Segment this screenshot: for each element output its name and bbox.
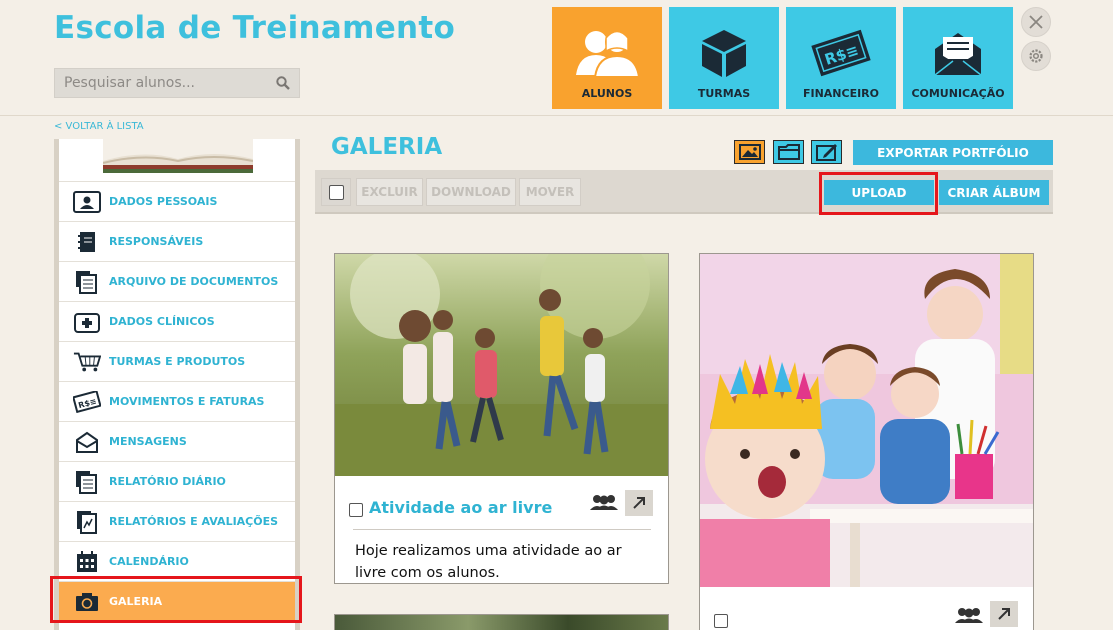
students-icon [576,30,641,78]
card-photo[interactable] [335,615,668,630]
student-photo [103,139,253,173]
highlight-upload [819,172,938,215]
cart-icon [73,350,101,374]
calendar-icon [73,550,101,574]
sidebar-item-arquivo-documentos[interactable]: ARQUIVO DE DOCUMENTOS [59,261,295,301]
close-icon [1029,15,1043,29]
card-select-checkbox[interactable] [714,614,728,628]
settings-button[interactable] [1021,41,1051,71]
sidebar-item-movimentos-faturas[interactable]: R$≡ MOVIMENTOS E FATURAS [59,381,295,421]
sidebar-item-dados-clinicos[interactable]: DADOS CLÍNICOS [59,301,295,341]
envelope-icon [934,33,982,76]
sidebar-item-calendario[interactable]: CALENDÁRIO [59,541,295,581]
money-icon: R$≡ [73,390,101,414]
select-all-checkbox[interactable] [328,184,344,200]
search-input[interactable] [64,75,264,91]
sidebar-item-dados-pessoais[interactable]: DADOS PESSOAIS [59,181,295,221]
page-title: GALERIA [331,134,443,160]
move-button[interactable]: MOVER [519,178,581,206]
sidebar-item-relatorios-avaliacoes[interactable]: RELATÓRIOS E AVALIAÇÕES [59,501,295,541]
export-portfolio-button[interactable]: EXPORTAR PORTFÓLIO [853,140,1053,165]
group-icon [590,495,618,510]
nav-financeiro[interactable]: R$≡ FINANCEIRO [786,7,896,109]
nav-label: ALUNOS [581,87,633,100]
student-search[interactable] [54,68,300,98]
box-icon [702,30,746,77]
card-title[interactable]: Atividade ao ar livre [369,498,552,517]
sidebar-item-relatorio-diario[interactable]: RELATÓRIO DIÁRIO [59,461,295,501]
gear-icon [1029,49,1043,63]
notebook-icon [73,230,101,254]
nav-alunos[interactable]: ALUNOS [552,7,662,109]
sidebar-item-turmas-produtos[interactable]: TURMAS E PRODUTOS [59,341,295,381]
delete-button[interactable]: EXCLUIR [356,178,423,206]
nav-label: TURMAS [697,87,751,100]
gallery-card[interactable] [334,614,669,630]
search-icon[interactable] [276,76,290,90]
highlight-galeria [50,576,302,623]
edit-icon [815,144,837,161]
sidebar-item-mensagens[interactable]: MENSAGENS [59,421,295,461]
card-divider [353,529,651,530]
documents-icon [73,470,101,494]
view-posts-button[interactable] [811,140,842,164]
money-icon: R$≡ [811,29,871,77]
folder-icon [777,144,800,160]
select-all-wrapper [321,178,351,206]
sidebar-item-responsaveis[interactable]: RESPONSÁVEIS [59,221,295,261]
envelope-icon [73,430,101,454]
arrow-up-right-icon [998,608,1010,620]
close-button[interactable] [1021,7,1051,37]
medical-kit-icon [73,310,101,334]
nav-turmas[interactable]: TURMAS [669,7,779,109]
nav-comunicacao[interactable]: COMUNICAÇÃO [903,7,1013,109]
view-albums-button[interactable] [773,140,804,164]
id-card-icon [73,190,101,214]
documents-icon [73,270,101,294]
card-photo[interactable] [335,254,668,476]
nav-label: FINANCEIRO [802,87,880,100]
back-to-list-link[interactable]: < VOLTAR À LISTA [54,121,144,132]
view-photos-button[interactable] [734,140,765,164]
card-photo[interactable] [700,254,1033,587]
gallery-card[interactable]: Atividade ao ar livre Hoje realizamos um… [334,253,669,584]
image-icon [738,144,761,160]
school-title: Escola de Treinamento [54,10,456,46]
header-divider [0,115,1113,116]
sidebar-menu: DADOS PESSOAIS RESPONSÁVEIS ARQUIVO DE D… [59,181,295,630]
card-select-checkbox[interactable] [349,503,363,517]
download-button[interactable]: DOWNLOAD [426,178,516,206]
report-icon [73,510,101,534]
open-card-button[interactable] [625,490,653,516]
gallery-toolbar: EXCLUIR DOWNLOAD MOVER UPLOAD CRIAR ÁLBU… [315,170,1053,214]
arrow-up-right-icon [633,497,645,509]
open-card-button[interactable] [990,601,1018,627]
gallery-card[interactable] [699,253,1034,630]
group-icon [955,608,983,623]
nav-label: COMUNICAÇÃO [911,87,1005,100]
card-description: Hoje realizamos uma atividade ao ar livr… [355,543,622,581]
create-album-button[interactable]: CRIAR ÁLBUM [939,180,1049,205]
